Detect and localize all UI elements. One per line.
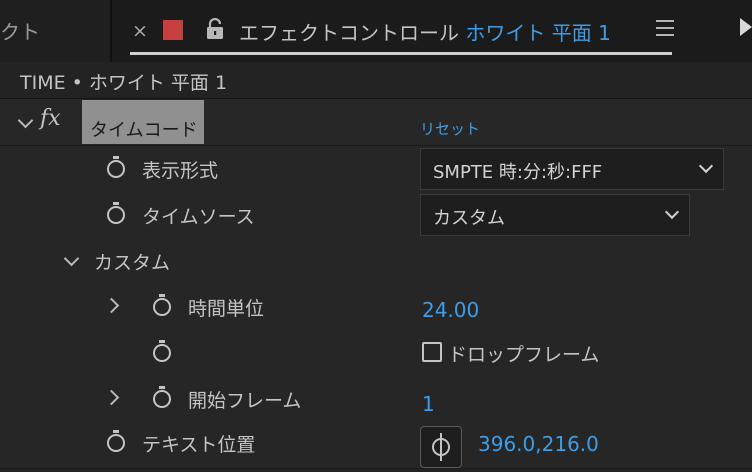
stopwatch-icon[interactable]	[106, 155, 126, 179]
stopwatch-icon[interactable]	[152, 385, 172, 409]
lock-open-icon[interactable]	[205, 17, 225, 40]
position-crosshair-button[interactable]	[420, 426, 462, 468]
property-label-text-position: テキスト位置	[142, 434, 256, 456]
active-tab-underline	[130, 52, 672, 55]
start-frame-value[interactable]: 1	[422, 392, 435, 416]
tab-title: エフェクトコントロール ホワイト 平面 1	[239, 17, 611, 46]
stopwatch-icon[interactable]	[152, 339, 172, 363]
hamburger-menu-icon[interactable]	[656, 20, 674, 36]
text-position-value[interactable]: 396.0,216.0	[478, 432, 599, 456]
drop-frame-label: ドロップフレーム	[448, 344, 600, 366]
label-color-swatch[interactable]	[163, 20, 183, 40]
display-format-dropdown[interactable]: SMPTE 時:分:秒:FFF	[420, 148, 724, 190]
tab-title-layer-name: ホワイト 平面 1	[465, 21, 611, 45]
property-label-time-source: タイムソース	[142, 206, 255, 228]
reset-link[interactable]: リセット	[420, 118, 480, 139]
time-unit-value[interactable]: 24.00	[422, 298, 479, 322]
property-label-start-frame: 開始フレーム	[188, 390, 302, 412]
tab-project-label: クト	[0, 20, 40, 44]
breadcrumb-text: TIME • ホワイト 平面 1	[20, 72, 228, 94]
property-row-drop-frame	[0, 330, 752, 377]
drop-frame-checkbox[interactable]	[422, 342, 442, 362]
stopwatch-icon[interactable]	[152, 293, 172, 317]
property-label-display-format: 表示形式	[142, 160, 219, 182]
time-source-dropdown[interactable]: カスタム	[420, 194, 690, 236]
fx-icon[interactable]: fx	[40, 106, 61, 131]
stopwatch-icon[interactable]	[106, 201, 126, 225]
tab-title-prefix: エフェクトコントロール	[239, 21, 459, 45]
display-format-value: SMPTE 時:分:秒:FFF	[433, 162, 603, 183]
time-source-value: カスタム	[433, 208, 505, 229]
chevron-down-icon	[664, 204, 680, 220]
property-label-time-unit: 時間単位	[188, 298, 265, 320]
close-icon[interactable]: ×	[132, 20, 148, 42]
group-label-custom: カスタム	[94, 252, 171, 274]
effect-name[interactable]: タイムコード	[90, 116, 198, 142]
stopwatch-icon[interactable]	[106, 429, 126, 453]
chevron-down-icon	[698, 158, 714, 174]
panel-overflow-arrow-icon[interactable]	[740, 18, 752, 36]
